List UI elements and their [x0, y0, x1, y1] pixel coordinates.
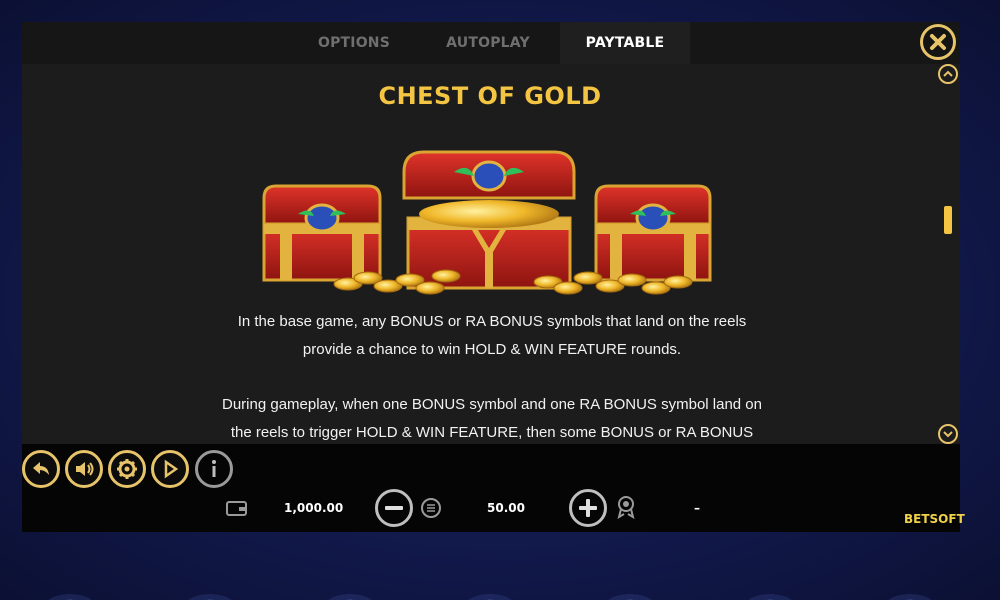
- scroll-up-button[interactable]: [938, 64, 958, 84]
- scroll-down-button[interactable]: [938, 424, 958, 444]
- award-ribbon-icon: [617, 496, 635, 519]
- chest-of-gold-image: [262, 150, 712, 295]
- paytable-panel: OPTIONS AUTOPLAY PAYTABLE CHEST OF GOLD: [22, 22, 960, 444]
- settings-button[interactable]: [108, 450, 146, 488]
- tab-autoplay[interactable]: AUTOPLAY: [426, 22, 550, 64]
- balance-value: 1,000.00: [284, 501, 344, 515]
- section-title: CHEST OF GOLD: [378, 82, 602, 110]
- back-arrow-icon: [33, 462, 49, 475]
- tab-bar: OPTIONS AUTOPLAY PAYTABLE: [22, 22, 960, 64]
- close-button[interactable]: [920, 24, 956, 60]
- decrease-bet-button[interactable]: [375, 489, 413, 527]
- tab-options[interactable]: OPTIONS: [292, 22, 416, 64]
- autoplay-button[interactable]: [151, 450, 189, 488]
- close-icon: [930, 34, 946, 50]
- paytable-paragraph-2: During gameplay, when one BONUS symbol a…: [222, 396, 762, 441]
- minus-icon: [385, 506, 403, 510]
- win-value: –: [694, 501, 700, 515]
- settings-gear-icon: [117, 459, 137, 479]
- plus-icon: [579, 499, 597, 517]
- sound-icon: [76, 462, 94, 476]
- autoplay-icon: [164, 459, 179, 479]
- back-button[interactable]: [22, 450, 60, 488]
- chevron-down-icon: [943, 431, 953, 438]
- coin-stack-icon: [421, 498, 441, 518]
- paytable-paragraph-1: In the base game, any BONUS or RA BONUS …: [237, 313, 747, 358]
- chevron-up-icon: [943, 70, 953, 77]
- wallet-icon: [226, 501, 247, 516]
- info-icon: [212, 460, 216, 477]
- increase-bet-button[interactable]: [569, 489, 607, 527]
- betsoft-logo: BETSOFT: [904, 512, 965, 526]
- sound-button[interactable]: [65, 450, 103, 488]
- scrollbar-thumb[interactable]: [944, 206, 952, 234]
- info-button[interactable]: [195, 450, 233, 488]
- tab-paytable[interactable]: PAYTABLE: [560, 22, 690, 64]
- bet-value: 50.00: [487, 501, 525, 515]
